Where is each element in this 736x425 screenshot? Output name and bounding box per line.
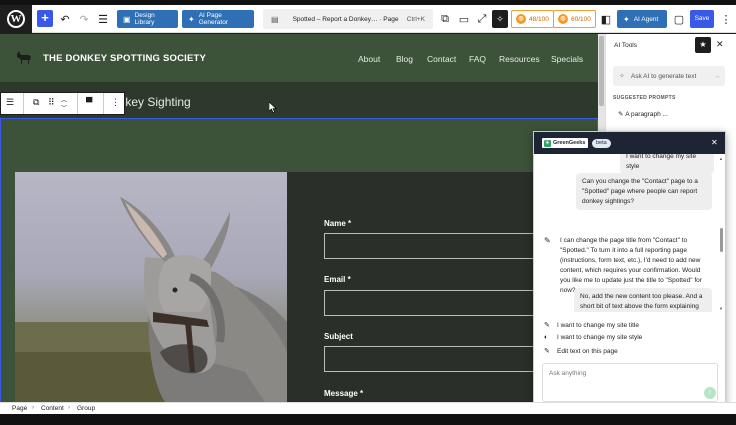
- donkey-photo[interactable]: [15, 172, 287, 402]
- greengeeks-logo: ❦ GreenGeeks: [542, 138, 588, 148]
- chat-input[interactable]: Ask anything ↑: [542, 363, 718, 402]
- ai-agent-button[interactable]: ✦ AI Agent: [617, 10, 667, 28]
- user-message: Can you change the "Contact" page to a "…: [576, 173, 712, 211]
- editor-canvas: THE DONKEY SPOTTING SOCIETY About Blog C…: [0, 34, 598, 402]
- chat-header: ❦ GreenGeeks beta ✕: [534, 132, 725, 154]
- arrow-right-icon[interactable]: →: [714, 73, 721, 80]
- chevron-right-icon: ›: [68, 405, 70, 411]
- beta-badge: beta: [592, 139, 611, 148]
- block-toolbar: ☰ ⧉ ⠿ ︿ ﹀ ▀ ⋮: [0, 92, 125, 115]
- pen-icon: ✎: [544, 348, 550, 355]
- quick-action-site-title[interactable]: ✎ I want to change my site title: [544, 321, 639, 330]
- document-overview-icon[interactable]: ☰: [95, 11, 111, 27]
- block-breadcrumb: Page › Content › Group: [0, 402, 736, 414]
- ai-tools-title: AI Tools: [614, 42, 638, 49]
- donkey-image: [15, 197, 287, 402]
- star-icon[interactable]: ★: [695, 37, 711, 53]
- close-icon[interactable]: ✕: [716, 39, 724, 50]
- ai-generate-input[interactable]: ✧ Ask AI to generate text →: [613, 66, 725, 86]
- screen-bottom-edge: [0, 414, 736, 425]
- wordpress-logo-icon[interactable]: W: [0, 5, 32, 33]
- send-icon[interactable]: ↑: [704, 387, 716, 399]
- align-icon[interactable]: ▀: [86, 97, 92, 107]
- chevron-right-icon: ›: [32, 405, 34, 411]
- comments-icon[interactable]: ▢: [671, 11, 687, 27]
- fullscreen-icon[interactable]: ⤢: [474, 11, 490, 27]
- nav-item-faq[interactable]: FAQ: [469, 54, 486, 64]
- add-block-button[interactable]: +: [37, 10, 53, 27]
- design-library-button[interactable]: ▣ Design Library: [117, 10, 178, 28]
- scroll-down-icon[interactable]: ▼: [719, 306, 723, 311]
- ai-agent-chat: ❦ GreenGeeks beta ✕ I want to change my …: [533, 131, 726, 412]
- save-button[interactable]: Save: [690, 10, 714, 28]
- pen-icon: ✎: [544, 322, 550, 329]
- pen-icon: ✎: [618, 111, 624, 118]
- mouse-cursor-icon: [269, 102, 277, 113]
- quick-action-site-style[interactable]: ◐ I want to change my site style: [544, 334, 642, 341]
- view-external-icon[interactable]: ⧉: [437, 11, 453, 27]
- command-palette-bar[interactable]: ▤ Spotted – Report a Donkey… · Page Ctrl…: [263, 9, 433, 29]
- design-library-icon: ▣: [123, 14, 131, 24]
- undo-icon[interactable]: ↶: [57, 11, 73, 27]
- options-menu-icon[interactable]: ⋮: [718, 11, 734, 27]
- block-type-icon[interactable]: ⧉: [33, 97, 39, 108]
- score-icon: ◎: [558, 14, 568, 24]
- site-title[interactable]: THE DONKEY SPOTTING SOCIETY: [43, 53, 206, 64]
- chat-scrollbar[interactable]: [720, 154, 725, 312]
- site-header: THE DONKEY SPOTTING SOCIETY About Blog C…: [0, 34, 598, 82]
- subject-label: Subject: [324, 332, 353, 341]
- page-icon: ▤: [271, 14, 279, 24]
- quick-action-edit-text[interactable]: ✎ Edit text on this page: [544, 347, 618, 356]
- more-options-icon[interactable]: ⋮: [111, 97, 120, 108]
- user-message: I want to change my site style: [620, 154, 714, 174]
- breadcrumb-page[interactable]: Page: [12, 405, 27, 412]
- move-down-icon[interactable]: ﹀: [61, 103, 67, 112]
- leaf-icon: ❦: [544, 139, 551, 147]
- breadcrumb-group[interactable]: Group: [77, 405, 95, 412]
- drag-handle-icon[interactable]: ⠿: [48, 97, 55, 108]
- nav-item-blog[interactable]: Blog: [396, 54, 413, 64]
- email-label: Email *: [324, 275, 351, 284]
- readability-score-badge[interactable]: ◎ 60/100: [553, 10, 596, 28]
- ai-page-generator-button[interactable]: ✦ AI Page Generator: [182, 10, 254, 28]
- settings-panel-icon[interactable]: ◧: [598, 11, 614, 27]
- donkey-logo-icon[interactable]: [16, 51, 32, 65]
- breadcrumb-content[interactable]: Content: [41, 405, 64, 412]
- contrast-icon: ◐: [544, 334, 549, 341]
- message-label: Message *: [324, 389, 364, 398]
- editor-toolbar: W + ↶ ↷ ☰ ▣ Design Library ✦ AI Page Gener…: [0, 5, 736, 33]
- nav-item-contact[interactable]: Contact: [427, 54, 456, 64]
- name-label: Name *: [324, 219, 352, 228]
- preview-device-icon[interactable]: ▭: [456, 11, 472, 27]
- paragraph-align-icon[interactable]: ☰: [6, 97, 14, 108]
- sparkle-icon: ✧: [619, 73, 625, 80]
- chat-messages[interactable]: I want to change my site style Can you c…: [534, 154, 725, 312]
- shortcut-hint: Ctrl+K: [406, 15, 425, 23]
- suggested-prompts-heading: SUGGESTED PROMPTS: [613, 95, 676, 101]
- assistant-pen-icon: ✎: [544, 236, 551, 245]
- document-title: Spotted – Report a Donkey… · Page: [292, 15, 399, 23]
- seo-score-badge[interactable]: ◎ 48/100: [511, 10, 554, 28]
- chat-close-icon[interactable]: ✕: [711, 138, 718, 147]
- nav-item-resources[interactable]: Resources: [499, 54, 540, 64]
- ai-sparkle-icon: ✦: [623, 14, 630, 24]
- ai-sparkle-icon: ✦: [188, 14, 195, 24]
- redo-icon[interactable]: ↷: [76, 11, 92, 27]
- ai-magic-button[interactable]: ✧: [492, 10, 508, 28]
- prompt-item-paragraph[interactable]: ✎ A paragraph ...: [618, 110, 668, 118]
- nav-item-specials[interactable]: Specials: [551, 54, 583, 64]
- user-message: No, add the new content too please. And …: [574, 288, 712, 312]
- nav-item-about[interactable]: About: [358, 54, 380, 64]
- score-icon: ◎: [516, 14, 526, 24]
